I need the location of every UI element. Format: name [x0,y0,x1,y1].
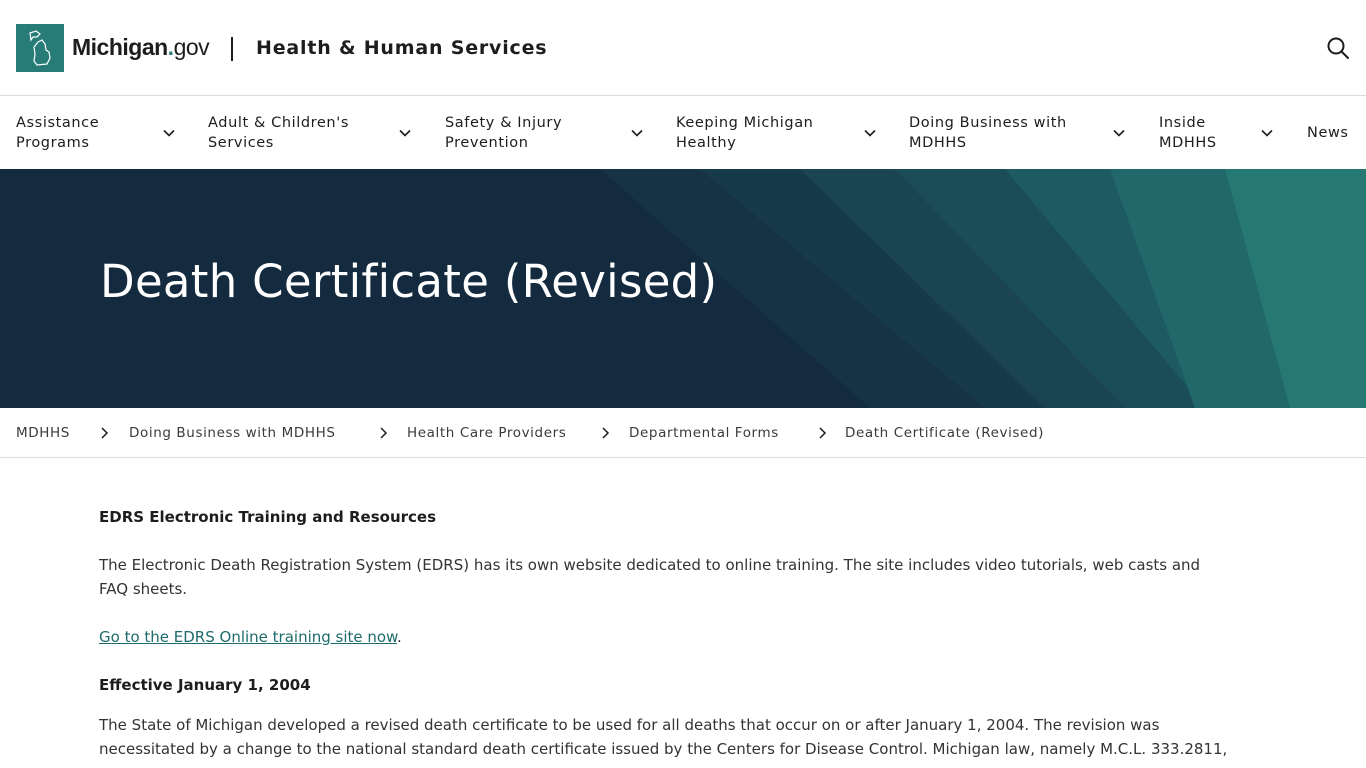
logo-divider [231,37,233,61]
michigan-map-icon [29,30,51,66]
breadcrumb-item-current: Death Certificate (Revised) [845,425,1044,441]
nav-item-keeping-michigan-healthy[interactable]: Keeping Michigan Healthy [676,97,878,169]
paragraph-line: FAQ sheets. [99,580,188,598]
paragraph-revision: The State of Michigan developed a revise… [99,713,1279,761]
edrs-training-link[interactable]: Go to the EDRS Online training site now [99,628,397,646]
chevron-down-icon [399,129,411,137]
chevron-right-icon [380,427,388,439]
chevron-right-icon [819,427,827,439]
wordmark-gov: gov [173,34,210,60]
breadcrumb-item-departmental-forms[interactable]: Departmental Forms [629,425,779,441]
nav-label: Keeping Michigan Healthy [676,115,814,151]
breadcrumb-item-doing-business[interactable]: Doing Business with MDHHS [129,425,336,441]
chevron-right-icon [602,427,610,439]
chevron-down-icon [163,129,175,137]
site-header: Michigan.gov Health & Human Services [0,0,1366,96]
nav-label: Doing Business with MDHHS [909,115,1067,151]
nav-label: Safety & Injury Prevention [445,115,563,151]
chevron-right-icon [101,427,109,439]
nav-item-adult-childrens-services[interactable]: Adult & Children's Services [208,97,413,169]
paragraph-line: necessitated by a change to the national… [99,740,1228,758]
chevron-down-icon [864,129,876,137]
wordmark-michigan: Michigan [72,34,168,60]
section-heading-edrs: EDRS Electronic Training and Resources [99,508,437,526]
link-suffix: . [397,628,402,646]
nav-item-inside-mdhhs[interactable]: Inside MDHHS [1159,97,1275,169]
section-heading-effective: Effective January 1, 2004 [99,676,311,694]
nav-label: Adult & Children's Services [208,115,349,151]
chevron-down-icon [1261,129,1273,137]
paragraph-line: The Electronic Death Registration System… [99,556,1201,574]
nav-item-assistance-programs[interactable]: Assistance Programs [16,97,176,169]
page-title: Death Certificate (Revised) [100,255,718,308]
search-icon [1327,37,1349,59]
nav-label: Inside MDHHS [1159,115,1217,151]
nav-item-doing-business-with-mdhhs[interactable]: Doing Business with MDHHS [909,97,1127,169]
paragraph-edrs-intro: The Electronic Death Registration System… [99,553,1279,601]
nav-item-safety-injury-prevention[interactable]: Safety & Injury Prevention [445,97,645,169]
department-name[interactable]: Health & Human Services [256,37,547,59]
edrs-link-line: Go to the EDRS Online training site now. [99,625,402,649]
paragraph-line: The State of Michigan developed a revise… [99,716,1160,734]
breadcrumb-item-health-care-providers[interactable]: Health Care Providers [407,425,566,441]
chevron-down-icon [631,129,643,137]
michigan-logo-icon[interactable] [16,24,64,72]
nav-label: Assistance Programs [16,115,100,151]
breadcrumb-item-mdhhs[interactable]: MDHHS [16,425,70,441]
main-nav: Assistance Programs Adult & Children's S… [0,97,1366,169]
breadcrumb: MDHHS Doing Business with MDHHS Health C… [0,408,1366,458]
chevron-down-icon [1113,129,1125,137]
search-button[interactable] [1324,34,1352,62]
michigan-gov-wordmark[interactable]: Michigan.gov [72,34,210,61]
nav-label: News [1307,125,1349,141]
hero-banner: Death Certificate (Revised) [0,169,1366,408]
nav-item-news[interactable]: News [1307,97,1362,169]
